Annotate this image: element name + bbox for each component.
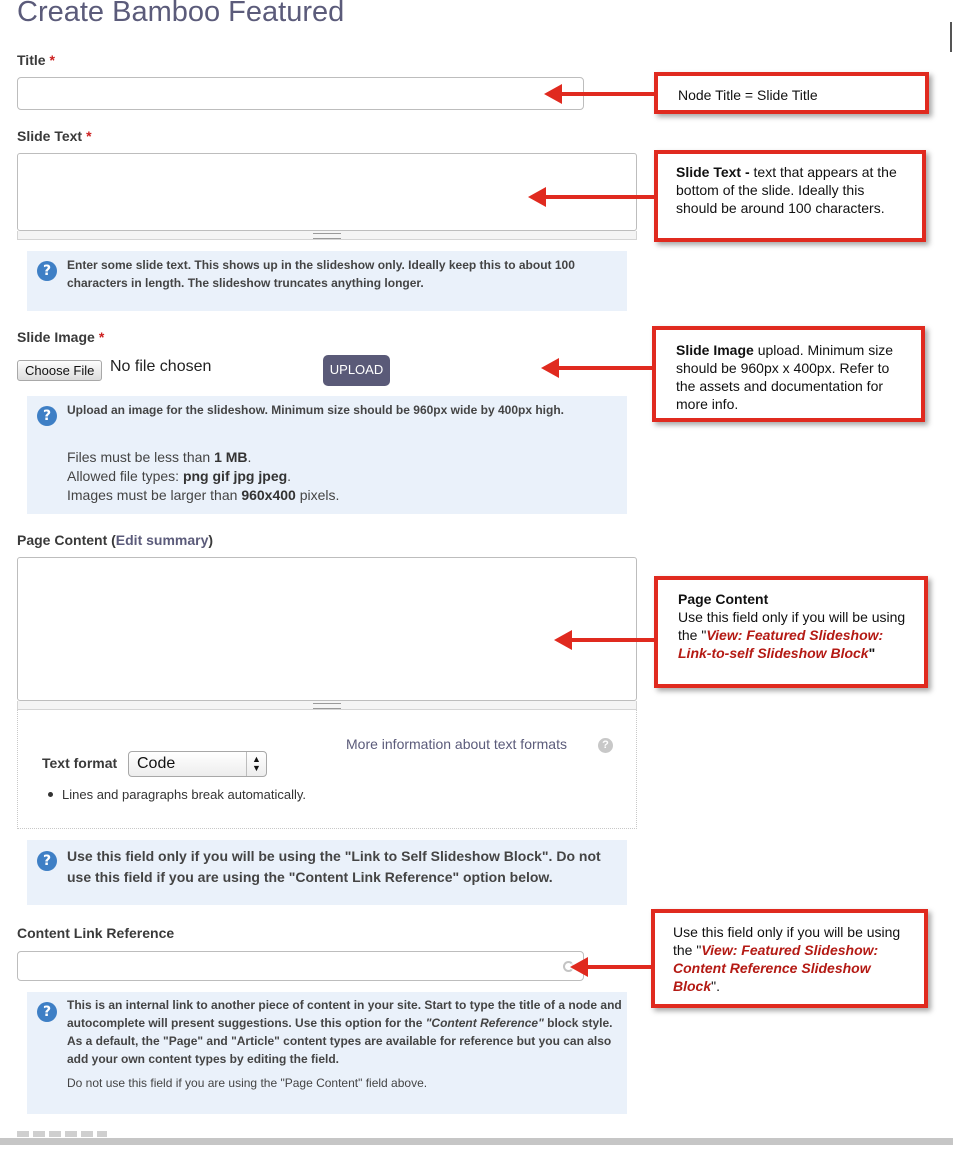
text-format-select[interactable]: Code ▲ ▼ — [128, 751, 267, 777]
size-suffix: . — [247, 449, 252, 465]
slide-text-help: ? Enter some slide text. This shows up i… — [27, 251, 627, 311]
question-circle-icon[interactable]: ? — [598, 738, 613, 753]
callout-page-content: Page Content Use this field only if you w… — [654, 576, 928, 688]
file-size-limit: Files must be less than 1 MB. — [67, 448, 617, 467]
page-content-label: Page Content (Edit summary) — [17, 532, 213, 548]
partially-visible-label — [17, 1131, 107, 1137]
arrow-content-link — [586, 965, 652, 969]
page-content-label-text: Page Content — [17, 532, 108, 548]
page-separator — [0, 1138, 953, 1145]
arrow-head-slide-image — [541, 358, 559, 378]
choose-file-button[interactable]: Choose File — [17, 360, 103, 381]
content-link-help-note: Do not use this field if you are using t… — [67, 1076, 428, 1090]
size-prefix: Files must be less than — [67, 449, 215, 465]
slide-text-resize-handle[interactable] — [17, 231, 637, 240]
size-value: 1 MB — [214, 449, 248, 465]
callout-slide-text-bold: Slide Text - — [676, 164, 750, 180]
callout-slide-text: Slide Text - text that appears at the bo… — [654, 150, 926, 242]
dims-prefix: Images must be larger than — [67, 487, 242, 503]
slide-image-help-text: Upload an image for the slideshow. Minim… — [67, 403, 564, 417]
edit-summary-link[interactable]: Edit summary — [116, 532, 209, 548]
help-emphasis: "Content Reference" — [425, 1016, 544, 1030]
types-suffix: . — [287, 468, 292, 484]
page-title: Create Bamboo Featured — [17, 0, 345, 28]
callout-slide-image-bold: Slide Image — [676, 342, 754, 358]
dims-value: 960x400 — [241, 487, 296, 503]
text-format-value: Code — [137, 755, 176, 772]
bullet-icon — [48, 792, 53, 797]
dims-suffix: pixels. — [295, 487, 340, 503]
allowed-file-types: Allowed file types: png gif jpg jpeg. — [67, 467, 617, 486]
slide-text-label-text: Slide Text — [17, 128, 83, 144]
callout-page-content-em: View: Featured Slideshow: Link-to-self S… — [678, 627, 884, 661]
arrow-page-content — [570, 638, 655, 642]
page-content-textarea[interactable] — [17, 557, 637, 701]
slide-image-label-text: Slide Image — [17, 329, 95, 345]
content-link-input[interactable] — [17, 951, 584, 981]
arrow-head-slide-text — [528, 187, 546, 207]
min-dimensions: Images must be larger than 960x400 pixel… — [67, 486, 617, 505]
select-arrows-icon: ▲ ▼ — [246, 752, 266, 776]
title-label-text: Title — [17, 52, 46, 68]
slide-image-help: ? Upload an image for the slideshow. Min… — [27, 396, 627, 514]
arrow-slide-image — [557, 366, 653, 370]
arrow-head-page-content — [554, 630, 572, 650]
page-content-help: ? Use this field only if you will be usi… — [27, 840, 627, 905]
text-format-wrapper: More information about text formats ? Te… — [17, 710, 637, 829]
text-format-tip: Lines and paragraphs break automatically… — [62, 787, 307, 802]
slide-text-help-text: Enter some slide text. This shows up in … — [67, 258, 575, 290]
more-info-text-formats-link[interactable]: More information about text formats — [346, 736, 567, 752]
page-content-resize-handle[interactable] — [17, 701, 637, 710]
question-circle-icon: ? — [37, 261, 57, 281]
required-marker: * — [49, 52, 55, 68]
paren-close: ) — [208, 532, 214, 548]
types-prefix: Allowed file types: — [67, 468, 183, 484]
arrow-title — [560, 92, 655, 96]
types-value: png gif jpg jpeg — [182, 468, 288, 484]
arrow-slide-text — [544, 195, 655, 199]
question-circle-icon: ? — [37, 1002, 57, 1022]
arrow-head-content-link — [570, 957, 588, 977]
callout-page-content-bold: Page Content — [678, 591, 769, 607]
text-format-label: Text format — [42, 755, 118, 771]
slide-image-label: Slide Image * — [17, 329, 104, 345]
content-link-label: Content Link Reference — [17, 925, 175, 941]
slide-text-label: Slide Text * — [17, 128, 92, 144]
upload-button[interactable]: UPLOAD — [323, 355, 390, 386]
callout-title: Node Title = Slide Title — [654, 72, 929, 114]
title-input[interactable] — [17, 77, 584, 110]
callout-content-link-em: View: Featured Slideshow: Content Refere… — [673, 942, 879, 994]
arrow-head-title — [544, 84, 562, 104]
scrollbar-edge[interactable] — [950, 22, 952, 52]
callout-slide-image: Slide Image upload. Minimum size should … — [652, 326, 925, 422]
page-content-help-text: Use this field only if you will be using… — [67, 848, 601, 885]
title-label: Title * — [17, 52, 55, 68]
callout-content-link: Use this field only if you will be using… — [651, 909, 928, 1008]
content-link-help-text: This is an internal link to another piec… — [67, 996, 622, 1068]
callout-content-link-end: ". — [711, 978, 720, 994]
question-circle-icon: ? — [37, 406, 57, 426]
required-marker: * — [86, 128, 92, 144]
callout-page-content-end: " — [868, 645, 876, 661]
question-circle-icon: ? — [37, 851, 57, 871]
required-marker: * — [98, 329, 105, 345]
no-file-chosen-text: No file chosen — [110, 358, 212, 375]
content-link-help: ? This is an internal link to another pi… — [27, 992, 627, 1114]
